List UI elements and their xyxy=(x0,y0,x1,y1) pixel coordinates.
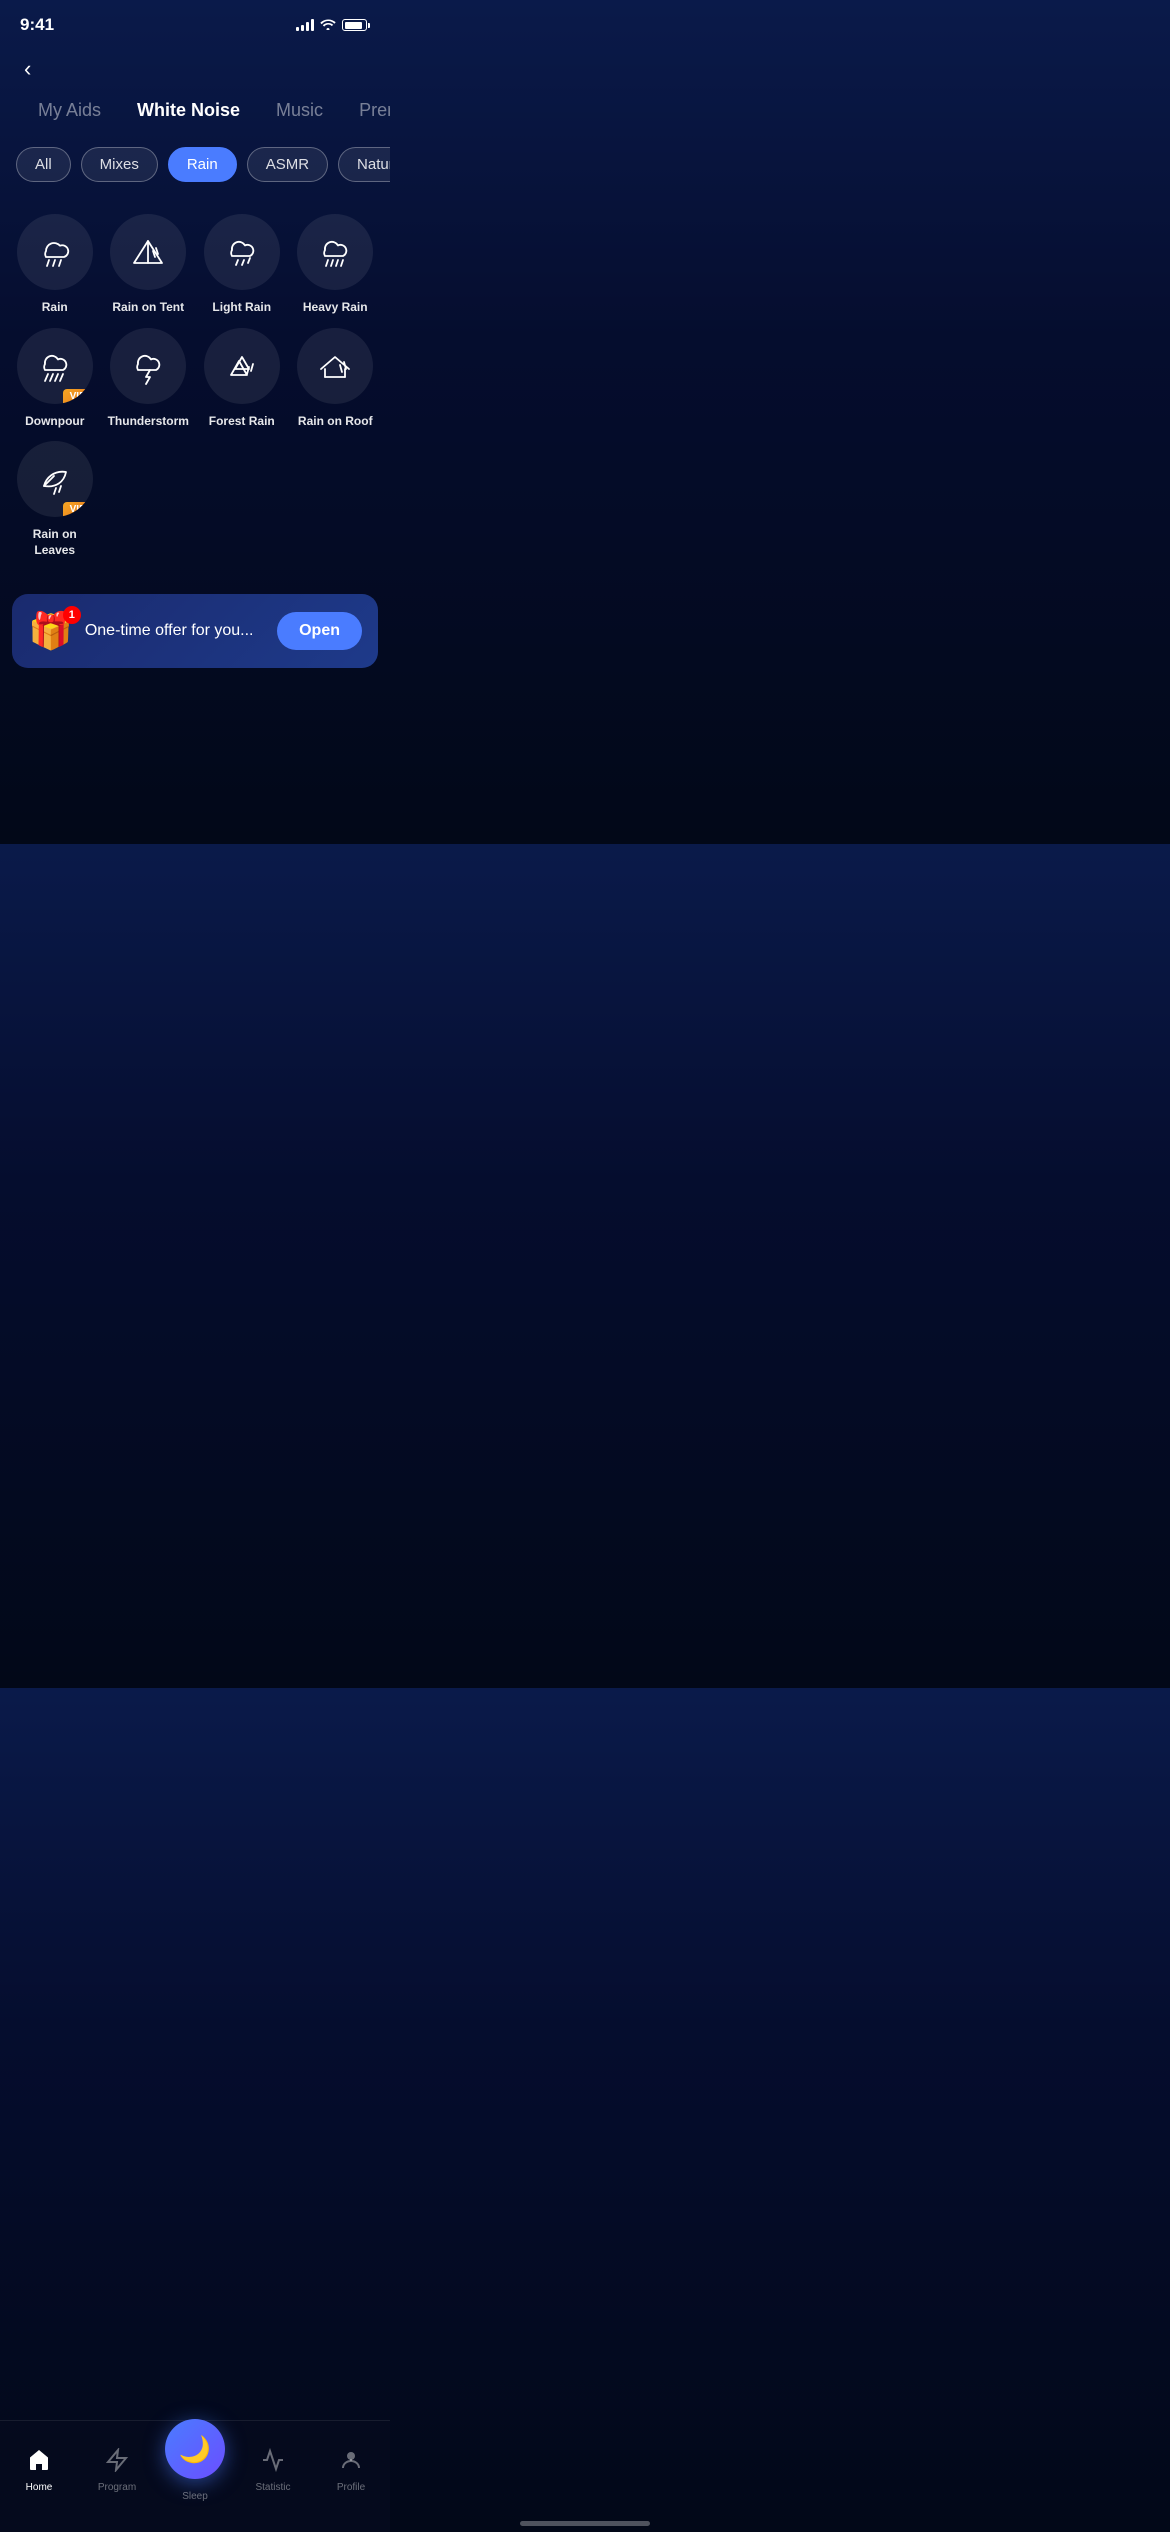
promo-text: One-time offer for you... xyxy=(85,622,265,640)
chip-rain[interactable]: Rain xyxy=(168,147,237,182)
sound-downpour[interactable]: VIP Downpour xyxy=(12,328,98,430)
sound-rain-on-roof[interactable]: Rain on Roof xyxy=(293,328,379,430)
status-time: 9:41 xyxy=(20,15,54,35)
sound-tent-icon-wrapper xyxy=(110,214,186,290)
sound-rain-on-leaves-icon-wrapper: VIP xyxy=(17,441,93,517)
sound-downpour-label: Downpour xyxy=(25,414,84,430)
sound-forest-rain[interactable]: Forest Rain xyxy=(199,328,285,430)
filter-chips: All Mixes Rain ASMR Nature Anim... xyxy=(0,131,390,198)
nav-program[interactable]: Program xyxy=(78,2448,156,2493)
sound-thunderstorm-label: Thunderstorm xyxy=(108,414,189,430)
tab-white-noise[interactable]: White Noise xyxy=(119,94,258,127)
signal-icon xyxy=(296,19,314,31)
nav-sleep-label: Sleep xyxy=(182,2491,208,2502)
vip-badge-leaves: VIP xyxy=(63,502,93,517)
nav-home-label: Home xyxy=(26,2482,53,2493)
wifi-icon xyxy=(320,17,336,33)
nav-sleep[interactable]: 🌙 Sleep xyxy=(156,2419,234,2502)
nav-statistic[interactable]: Statistic xyxy=(234,2448,312,2493)
heavy-rain-icon xyxy=(316,233,354,271)
sound-forest-rain-label: Forest Rain xyxy=(209,414,275,430)
vip-badge-downpour: VIP xyxy=(63,389,93,404)
sound-thunderstorm[interactable]: Thunderstorm xyxy=(106,328,192,430)
profile-icon xyxy=(339,2448,363,2478)
sound-light-rain-icon-wrapper xyxy=(204,214,280,290)
sound-rain-on-leaves-label: Rain on Leaves xyxy=(12,527,98,558)
status-icons xyxy=(296,17,370,33)
rain-on-leaves-icon xyxy=(36,460,74,498)
back-button[interactable]: ‹ xyxy=(20,52,35,86)
sound-downpour-icon-wrapper: VIP xyxy=(17,328,93,404)
thunderstorm-icon xyxy=(129,347,167,385)
tab-navigation: My Aids White Noise Music Premiu... xyxy=(0,94,390,127)
sound-tent-label: Rain on Tent xyxy=(112,300,184,316)
sound-light-rain-label: Light Rain xyxy=(212,300,271,316)
battery-icon xyxy=(342,19,370,31)
chip-nature[interactable]: Nature xyxy=(338,147,390,182)
chip-asmr[interactable]: ASMR xyxy=(247,147,328,182)
sleep-pill[interactable]: 🌙 xyxy=(165,2419,225,2479)
nav-profile-label: Profile xyxy=(337,2482,365,2493)
sound-thunderstorm-icon-wrapper xyxy=(110,328,186,404)
sound-forest-rain-icon-wrapper xyxy=(204,328,280,404)
statistic-icon xyxy=(261,2448,285,2478)
program-icon xyxy=(105,2448,129,2478)
tab-premium[interactable]: Premiu... xyxy=(341,94,390,127)
rain-on-roof-icon xyxy=(316,347,354,385)
sound-rain-on-roof-icon-wrapper xyxy=(297,328,373,404)
sound-grid: Rain Rain on Tent Light Rain xyxy=(0,198,390,574)
forest-rain-icon xyxy=(223,347,261,385)
nav-program-label: Program xyxy=(98,2482,136,2493)
home-icon xyxy=(27,2448,51,2478)
promo-open-button[interactable]: Open xyxy=(277,612,362,650)
tab-my-aids[interactable]: My Aids xyxy=(20,94,119,127)
promo-icon-wrapper: 🎁 1 xyxy=(28,610,73,652)
sound-light-rain[interactable]: Light Rain xyxy=(199,214,285,316)
sound-heavy-rain[interactable]: Heavy Rain xyxy=(293,214,379,316)
sound-rain-on-leaves[interactable]: VIP Rain on Leaves xyxy=(12,441,98,558)
downpour-icon xyxy=(36,347,74,385)
header: ‹ xyxy=(0,44,390,94)
sound-rain[interactable]: Rain xyxy=(12,214,98,316)
chip-mixes[interactable]: Mixes xyxy=(81,147,158,182)
sound-heavy-rain-label: Heavy Rain xyxy=(303,300,368,316)
sound-heavy-rain-icon-wrapper xyxy=(297,214,373,290)
bottom-nav: Home Program 🌙 Sleep Statistic xyxy=(0,2420,390,2532)
rain-icon xyxy=(36,233,74,271)
promo-badge: 1 xyxy=(63,606,81,624)
nav-statistic-label: Statistic xyxy=(255,2482,290,2493)
home-indicator xyxy=(520,2521,650,2526)
status-bar: 9:41 xyxy=(0,0,390,44)
sound-rain-on-roof-label: Rain on Roof xyxy=(298,414,373,430)
promo-banner: 🎁 1 One-time offer for you... Open xyxy=(12,594,378,668)
tab-music[interactable]: Music xyxy=(258,94,341,127)
sound-rain-on-tent[interactable]: Rain on Tent xyxy=(106,214,192,316)
nav-profile[interactable]: Profile xyxy=(312,2448,390,2493)
light-rain-icon xyxy=(223,233,261,271)
tent-icon xyxy=(129,233,167,271)
sleep-icon: 🌙 xyxy=(179,2434,211,2465)
sound-rain-icon-wrapper xyxy=(17,214,93,290)
sound-rain-label: Rain xyxy=(42,300,68,316)
nav-home[interactable]: Home xyxy=(0,2448,78,2493)
chip-all[interactable]: All xyxy=(16,147,71,182)
